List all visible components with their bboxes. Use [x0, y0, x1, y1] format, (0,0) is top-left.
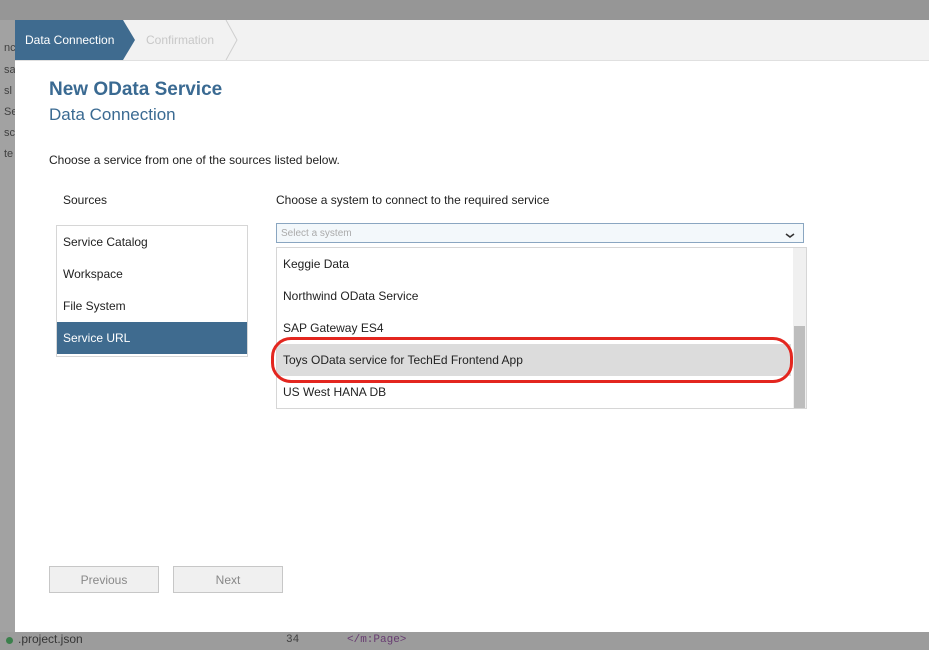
- system-option[interactable]: Keggie Data: [277, 248, 791, 280]
- source-item-workspace[interactable]: Workspace: [57, 258, 247, 290]
- scrollbar-thumb[interactable]: [794, 326, 805, 408]
- step-confirmation[interactable]: Confirmation: [146, 20, 214, 60]
- system-option[interactable]: US West HANA DB: [277, 376, 791, 408]
- system-option[interactable]: Northwind OData Service: [277, 280, 791, 312]
- previous-button[interactable]: Previous: [49, 566, 159, 593]
- chevron-down-icon[interactable]: [783, 224, 797, 244]
- new-odata-service-dialog: Data Connection Confirmation New OData S…: [15, 20, 929, 632]
- step-arrow-icon: [123, 20, 135, 60]
- system-select-input[interactable]: [281, 226, 761, 240]
- next-button[interactable]: Next: [173, 566, 283, 593]
- step-data-connection[interactable]: Data Connection: [15, 20, 123, 60]
- source-item-service-catalog[interactable]: Service Catalog: [57, 226, 247, 258]
- system-option-highlighted[interactable]: Toys OData service for TechEd Frontend A…: [277, 344, 791, 376]
- source-item-file-system[interactable]: File System: [57, 290, 247, 322]
- wizard-roadmap: Data Connection Confirmation: [15, 20, 929, 61]
- system-dropdown-list: Keggie Data Northwind OData Service SAP …: [276, 247, 807, 409]
- instruction-text: Choose a service from one of the sources…: [49, 153, 340, 167]
- sources-list: Service Catalog Workspace File System Se…: [56, 225, 248, 357]
- dialog-subtitle: Data Connection: [49, 105, 176, 124]
- sources-label: Sources: [63, 193, 108, 207]
- dropdown-scrollbar[interactable]: [793, 248, 806, 408]
- dialog-title: New OData Service: [49, 79, 223, 100]
- system-option[interactable]: SAP Gateway ES4: [277, 312, 791, 344]
- step-separator-icon: [225, 20, 238, 60]
- system-label: Choose a system to connect to the requir…: [276, 193, 550, 207]
- system-select[interactable]: [276, 223, 804, 243]
- source-item-service-url[interactable]: Service URL: [57, 322, 247, 354]
